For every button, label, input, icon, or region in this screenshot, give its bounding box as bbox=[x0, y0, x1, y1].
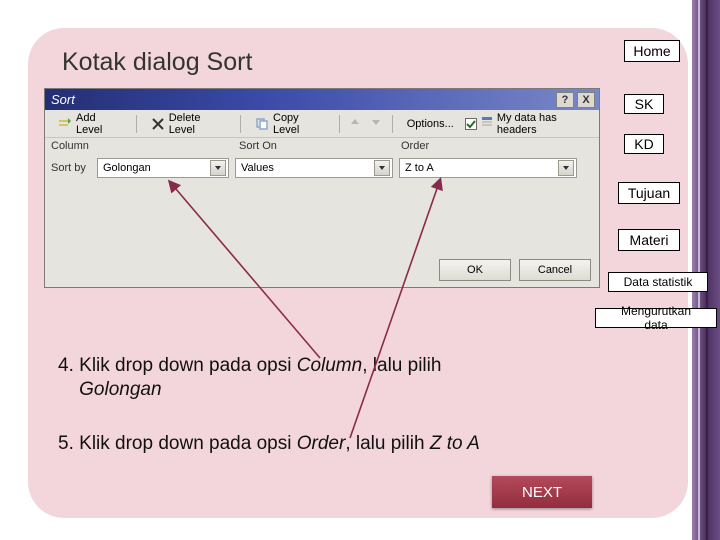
cancel-button[interactable]: Cancel bbox=[519, 259, 591, 281]
step5-text-a: Klik drop down pada opsi bbox=[79, 433, 297, 454]
sort-on-dropdown-value: Values bbox=[241, 162, 374, 174]
toolbar-separator bbox=[392, 115, 393, 133]
step5-number: 5. bbox=[58, 433, 74, 454]
next-button[interactable]: NEXT bbox=[492, 476, 592, 508]
nav-sk[interactable]: SK bbox=[624, 94, 664, 114]
copy-level-label: Copy Level bbox=[273, 112, 325, 136]
step4-text-a: Klik drop down pada opsi bbox=[79, 355, 297, 376]
slide-title: Kotak dialog Sort bbox=[62, 48, 252, 77]
arrow-down-icon bbox=[371, 117, 381, 130]
ok-button[interactable]: OK bbox=[439, 259, 511, 281]
close-button[interactable]: X bbox=[577, 92, 595, 108]
step5-em-ztoa: Z to A bbox=[430, 433, 480, 454]
step4-number: 4. bbox=[58, 355, 74, 376]
sort-row: Sort by Golongan Values Z to A bbox=[45, 156, 599, 180]
sort-toolbar: Add Level Delete Level Copy Level Option… bbox=[45, 110, 599, 138]
step4-em-column: Column bbox=[297, 355, 362, 376]
headers-label: My data has headers bbox=[497, 112, 593, 136]
step5-text-c: , lalu pilih bbox=[345, 433, 430, 454]
toolbar-separator bbox=[339, 115, 340, 133]
headers-icon bbox=[481, 116, 493, 131]
copy-level-button[interactable]: Copy Level bbox=[248, 109, 332, 139]
instruction-step-5: 5. Klik drop down pada opsi Order, lalu … bbox=[58, 432, 638, 456]
order-dropdown[interactable]: Z to A bbox=[399, 158, 577, 178]
header-column: Column bbox=[51, 140, 235, 156]
checkbox-box bbox=[465, 118, 477, 130]
sort-on-dropdown[interactable]: Values bbox=[235, 158, 393, 178]
sort-by-label: Sort by bbox=[51, 162, 91, 174]
move-up-button[interactable] bbox=[347, 115, 364, 133]
nav-home[interactable]: Home bbox=[624, 40, 680, 62]
step4-em-golongan: Golongan bbox=[79, 379, 161, 400]
step5-em-order: Order bbox=[297, 433, 346, 454]
copy-level-icon bbox=[255, 117, 269, 131]
my-data-has-headers-checkbox[interactable]: My data has headers bbox=[465, 112, 593, 136]
header-sort-on: Sort On bbox=[235, 140, 397, 156]
add-level-icon bbox=[58, 117, 72, 131]
decor-right-edge bbox=[692, 0, 720, 540]
arrow-up-icon bbox=[350, 117, 360, 130]
nav-data-statistik[interactable]: Data statistik bbox=[608, 272, 708, 292]
order-dropdown-value: Z to A bbox=[405, 162, 558, 174]
step4-text-c: , lalu pilih bbox=[362, 355, 441, 376]
chevron-down-icon bbox=[374, 160, 390, 176]
delete-level-button[interactable]: Delete Level bbox=[144, 109, 233, 139]
move-down-button[interactable] bbox=[368, 115, 385, 133]
nav-materi[interactable]: Materi bbox=[618, 229, 680, 251]
dialog-footer: OK Cancel bbox=[439, 259, 591, 281]
sort-dialog: Sort ? X Add Level Delete Level Copy Lev… bbox=[44, 88, 600, 288]
toolbar-separator bbox=[240, 115, 241, 133]
sort-titlebar: Sort ? X bbox=[45, 89, 599, 110]
chevron-down-icon bbox=[210, 160, 226, 176]
header-order: Order bbox=[397, 140, 579, 156]
nav-tujuan[interactable]: Tujuan bbox=[618, 182, 680, 204]
column-dropdown-value: Golongan bbox=[103, 162, 210, 174]
help-button[interactable]: ? bbox=[556, 92, 574, 108]
nav-mengurutkan-data[interactable]: Mengurutkan data bbox=[595, 308, 717, 328]
delete-level-icon bbox=[151, 117, 165, 131]
chevron-down-icon bbox=[558, 160, 574, 176]
instruction-step-4: 4. Klik drop down pada opsi Column, lalu… bbox=[58, 354, 598, 402]
add-level-label: Add Level bbox=[76, 112, 122, 136]
delete-level-label: Delete Level bbox=[169, 112, 226, 136]
nav-kd[interactable]: KD bbox=[624, 134, 664, 154]
column-dropdown[interactable]: Golongan bbox=[97, 158, 229, 178]
options-button[interactable]: Options... bbox=[400, 115, 461, 133]
toolbar-separator bbox=[136, 115, 137, 133]
options-label: Options... bbox=[407, 118, 454, 130]
add-level-button[interactable]: Add Level bbox=[51, 109, 129, 139]
sort-column-headers: Column Sort On Order bbox=[45, 138, 599, 156]
dialog-title: Sort bbox=[49, 92, 553, 107]
